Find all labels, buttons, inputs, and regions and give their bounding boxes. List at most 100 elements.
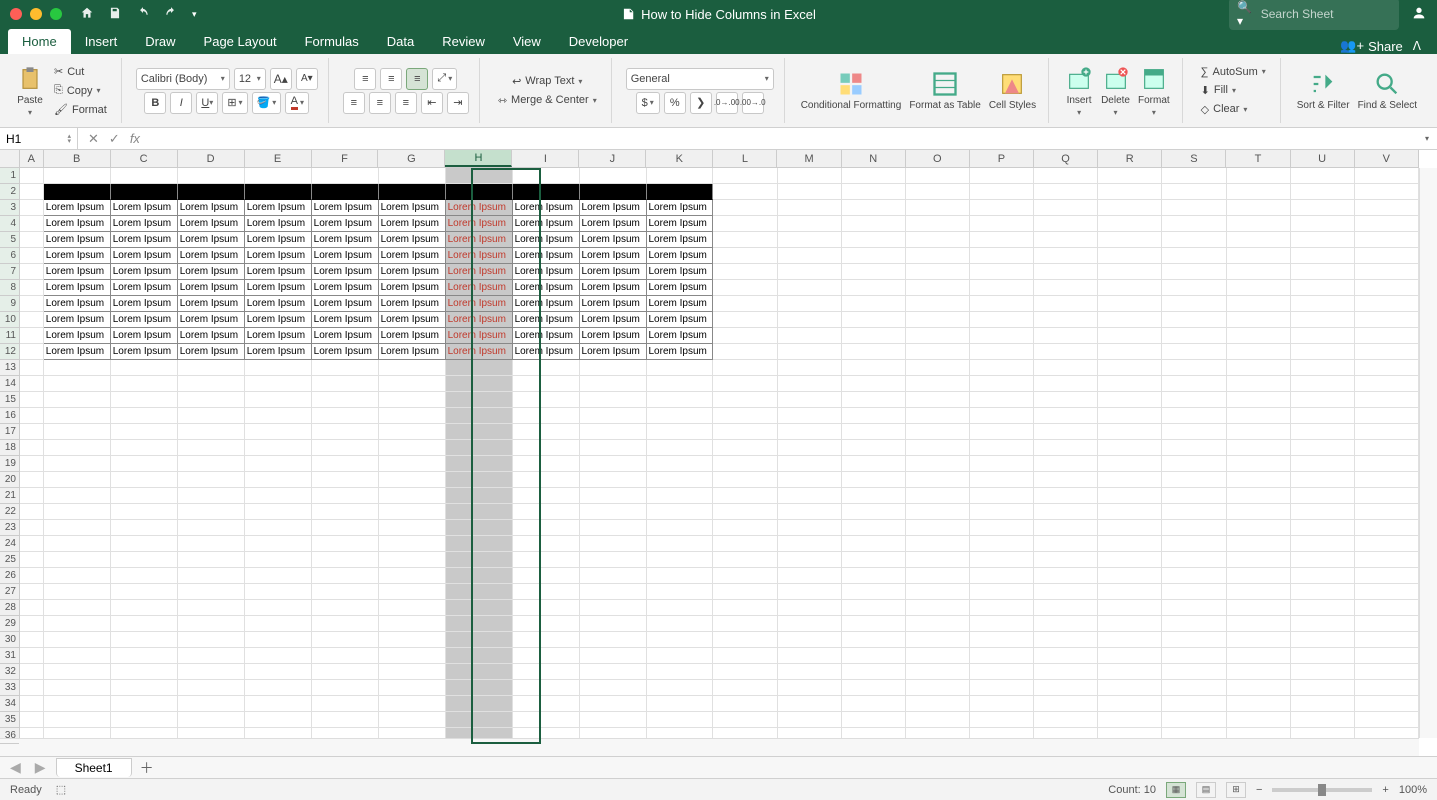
cell-N31[interactable] — [842, 648, 906, 664]
cell-L2[interactable] — [713, 184, 777, 200]
row-header-36[interactable]: 36 — [0, 728, 19, 744]
cell-L27[interactable] — [713, 584, 777, 600]
undo-icon[interactable] — [136, 6, 150, 23]
ribbon-tab-developer[interactable]: Developer — [555, 29, 642, 54]
cell-E15[interactable] — [245, 392, 312, 408]
cell-N20[interactable] — [842, 472, 906, 488]
redo-icon[interactable] — [164, 6, 178, 23]
cell-J6[interactable]: Lorem Ipsum — [580, 248, 647, 264]
cell-Q26[interactable] — [1034, 568, 1098, 584]
cell-P19[interactable] — [970, 456, 1034, 472]
cell-I32[interactable] — [513, 664, 580, 680]
cell-T20[interactable] — [1227, 472, 1291, 488]
cell-K2[interactable] — [647, 184, 714, 200]
cell-T4[interactable] — [1227, 216, 1291, 232]
cell-T1[interactable] — [1227, 168, 1291, 184]
cell-O15[interactable] — [906, 392, 970, 408]
cell-S9[interactable] — [1162, 296, 1226, 312]
cell-A18[interactable] — [20, 440, 44, 456]
cell-L33[interactable] — [713, 680, 777, 696]
row-header-29[interactable]: 29 — [0, 616, 19, 632]
cell-E32[interactable] — [245, 664, 312, 680]
cell-I29[interactable] — [513, 616, 580, 632]
cell-J25[interactable] — [580, 552, 647, 568]
row-header-33[interactable]: 33 — [0, 680, 19, 696]
cell-D32[interactable] — [178, 664, 245, 680]
cell-M12[interactable] — [778, 344, 842, 360]
cell-M19[interactable] — [778, 456, 842, 472]
cell-C31[interactable] — [111, 648, 178, 664]
cell-G12[interactable]: Lorem Ipsum — [379, 344, 446, 360]
cell-J4[interactable]: Lorem Ipsum — [580, 216, 647, 232]
cell-V31[interactable] — [1355, 648, 1419, 664]
cell-A22[interactable] — [20, 504, 44, 520]
cell-I11[interactable]: Lorem Ipsum — [513, 328, 580, 344]
cell-E12[interactable]: Lorem Ipsum — [245, 344, 312, 360]
cell-O10[interactable] — [906, 312, 970, 328]
cell-T17[interactable] — [1227, 424, 1291, 440]
cell-A5[interactable] — [20, 232, 44, 248]
cell-I14[interactable] — [513, 376, 580, 392]
cell-S12[interactable] — [1162, 344, 1226, 360]
cell-O9[interactable] — [906, 296, 970, 312]
cell-V10[interactable] — [1355, 312, 1419, 328]
cell-U18[interactable] — [1291, 440, 1355, 456]
cell-K5[interactable]: Lorem Ipsum — [647, 232, 714, 248]
cell-U7[interactable] — [1291, 264, 1355, 280]
cell-T9[interactable] — [1227, 296, 1291, 312]
close-window-button[interactable] — [10, 8, 22, 20]
cell-J19[interactable] — [580, 456, 647, 472]
cell-B30[interactable] — [44, 632, 111, 648]
row-header-23[interactable]: 23 — [0, 520, 19, 536]
cell-V18[interactable] — [1355, 440, 1419, 456]
cell-J2[interactable] — [580, 184, 647, 200]
cell-E6[interactable]: Lorem Ipsum — [245, 248, 312, 264]
cell-O28[interactable] — [906, 600, 970, 616]
cell-C9[interactable]: Lorem Ipsum — [111, 296, 178, 312]
cut-button[interactable]: ✂Cut — [50, 63, 111, 80]
cell-N2[interactable] — [842, 184, 906, 200]
cell-K24[interactable] — [647, 536, 714, 552]
cell-K25[interactable] — [647, 552, 714, 568]
cell-E18[interactable] — [245, 440, 312, 456]
cell-E28[interactable] — [245, 600, 312, 616]
cell-G20[interactable] — [379, 472, 446, 488]
sort-filter-button[interactable]: Sort & Filter — [1295, 68, 1352, 113]
cell-P5[interactable] — [970, 232, 1034, 248]
column-header-S[interactable]: S — [1162, 150, 1226, 167]
cell-N13[interactable] — [842, 360, 906, 376]
column-header-P[interactable]: P — [970, 150, 1034, 167]
cell-N4[interactable] — [842, 216, 906, 232]
cell-M35[interactable] — [778, 712, 842, 728]
cell-G18[interactable] — [379, 440, 446, 456]
row-header-20[interactable]: 20 — [0, 472, 19, 488]
cell-L5[interactable] — [713, 232, 777, 248]
cell-E35[interactable] — [245, 712, 312, 728]
cells-area[interactable]: Lorem IpsumLorem IpsumLorem IpsumLorem I… — [20, 168, 1419, 738]
cell-G13[interactable] — [379, 360, 446, 376]
cell-A19[interactable] — [20, 456, 44, 472]
cell-V26[interactable] — [1355, 568, 1419, 584]
cell-P3[interactable] — [970, 200, 1034, 216]
cell-G6[interactable]: Lorem Ipsum — [379, 248, 446, 264]
cell-R20[interactable] — [1098, 472, 1162, 488]
cell-B14[interactable] — [44, 376, 111, 392]
borders-button[interactable]: ⊞▾ — [222, 92, 247, 114]
cell-H9[interactable]: Lorem Ipsum — [446, 296, 513, 312]
cell-Q9[interactable] — [1034, 296, 1098, 312]
cell-I31[interactable] — [513, 648, 580, 664]
cell-D21[interactable] — [178, 488, 245, 504]
cell-C19[interactable] — [111, 456, 178, 472]
cell-V2[interactable] — [1355, 184, 1419, 200]
cell-V6[interactable] — [1355, 248, 1419, 264]
cell-B23[interactable] — [44, 520, 111, 536]
cell-D34[interactable] — [178, 696, 245, 712]
cell-R16[interactable] — [1098, 408, 1162, 424]
cell-K9[interactable]: Lorem Ipsum — [647, 296, 714, 312]
cell-I12[interactable]: Lorem Ipsum — [513, 344, 580, 360]
cell-L3[interactable] — [713, 200, 777, 216]
cell-B5[interactable]: Lorem Ipsum — [44, 232, 111, 248]
cell-T7[interactable] — [1227, 264, 1291, 280]
cell-U12[interactable] — [1291, 344, 1355, 360]
cell-F2[interactable] — [312, 184, 379, 200]
